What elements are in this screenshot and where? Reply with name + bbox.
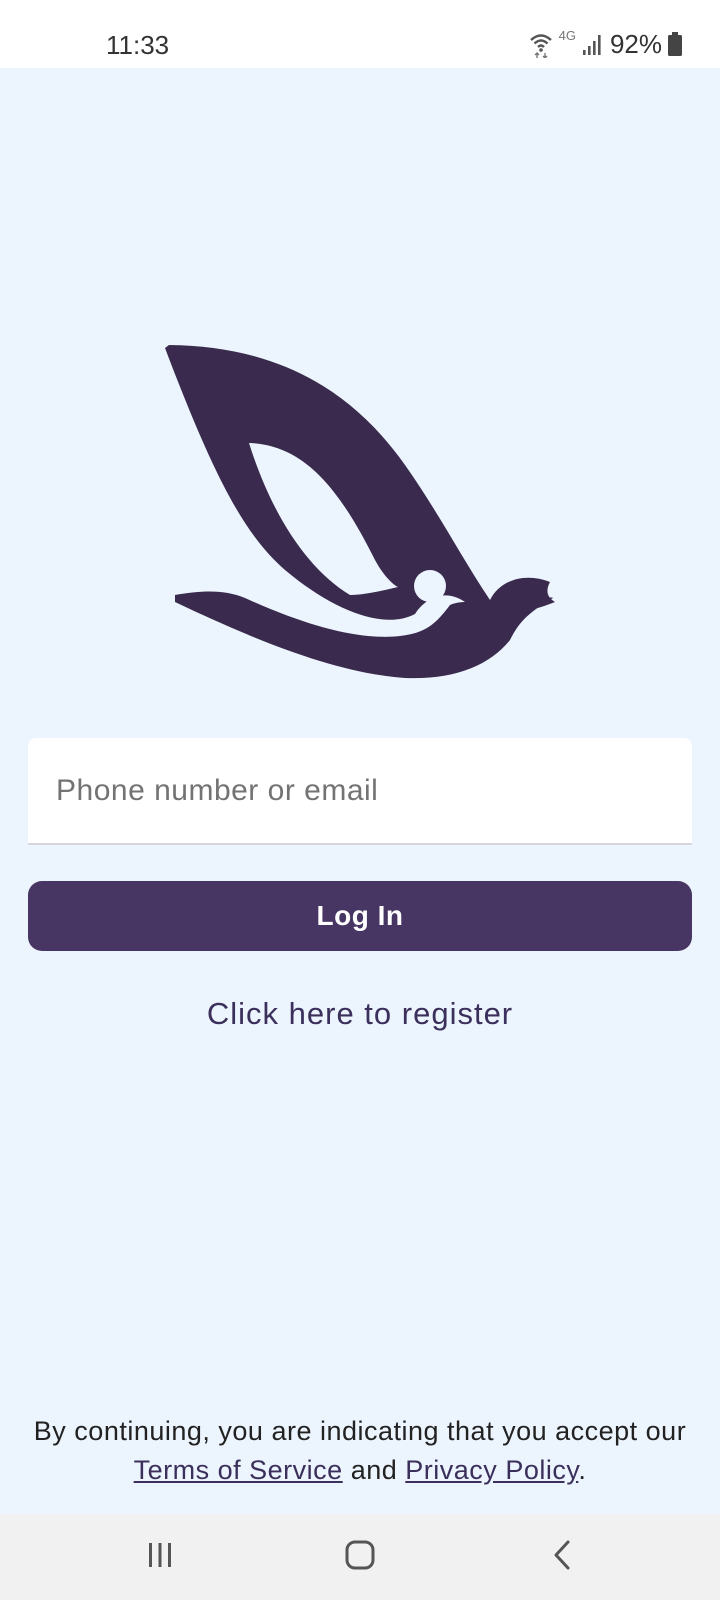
- home-icon: [344, 1539, 376, 1576]
- legal-suffix: .: [578, 1455, 587, 1485]
- status-icons: 4G 92%: [529, 26, 682, 62]
- phone-email-input[interactable]: [28, 738, 692, 843]
- legal-connector: and: [350, 1455, 398, 1485]
- login-button-label: Log In: [316, 900, 404, 931]
- battery-icon: [668, 32, 682, 56]
- recents-icon: [145, 1540, 175, 1575]
- terms-of-service-link[interactable]: Terms of Service: [134, 1455, 343, 1485]
- wifi-icon: [529, 30, 553, 58]
- battery-percent: 92%: [609, 29, 662, 59]
- login-button[interactable]: Log In: [28, 881, 692, 951]
- back-button[interactable]: [502, 1514, 622, 1600]
- register-link[interactable]: Click here to register: [0, 994, 720, 1034]
- status-bar: 11:33 4G 92%: [0, 0, 720, 68]
- system-nav-bar: [0, 1514, 720, 1600]
- status-time: 11:33: [106, 30, 170, 60]
- register-link-label: Click here to register: [206, 996, 514, 1031]
- bird-logo-icon: [165, 340, 555, 685]
- legal-prefix: By continuing, you are indicating that y…: [33, 1416, 687, 1446]
- home-button[interactable]: [300, 1514, 420, 1600]
- network-type-icon: 4G: [558, 28, 576, 43]
- recents-button[interactable]: [100, 1514, 220, 1600]
- privacy-policy-link[interactable]: Privacy Policy: [405, 1455, 578, 1485]
- back-icon: [549, 1539, 575, 1576]
- phone-email-field[interactable]: [28, 738, 692, 845]
- signal-icon: [582, 32, 604, 56]
- legal-notice: By continuing, you are indicating that y…: [0, 1412, 720, 1490]
